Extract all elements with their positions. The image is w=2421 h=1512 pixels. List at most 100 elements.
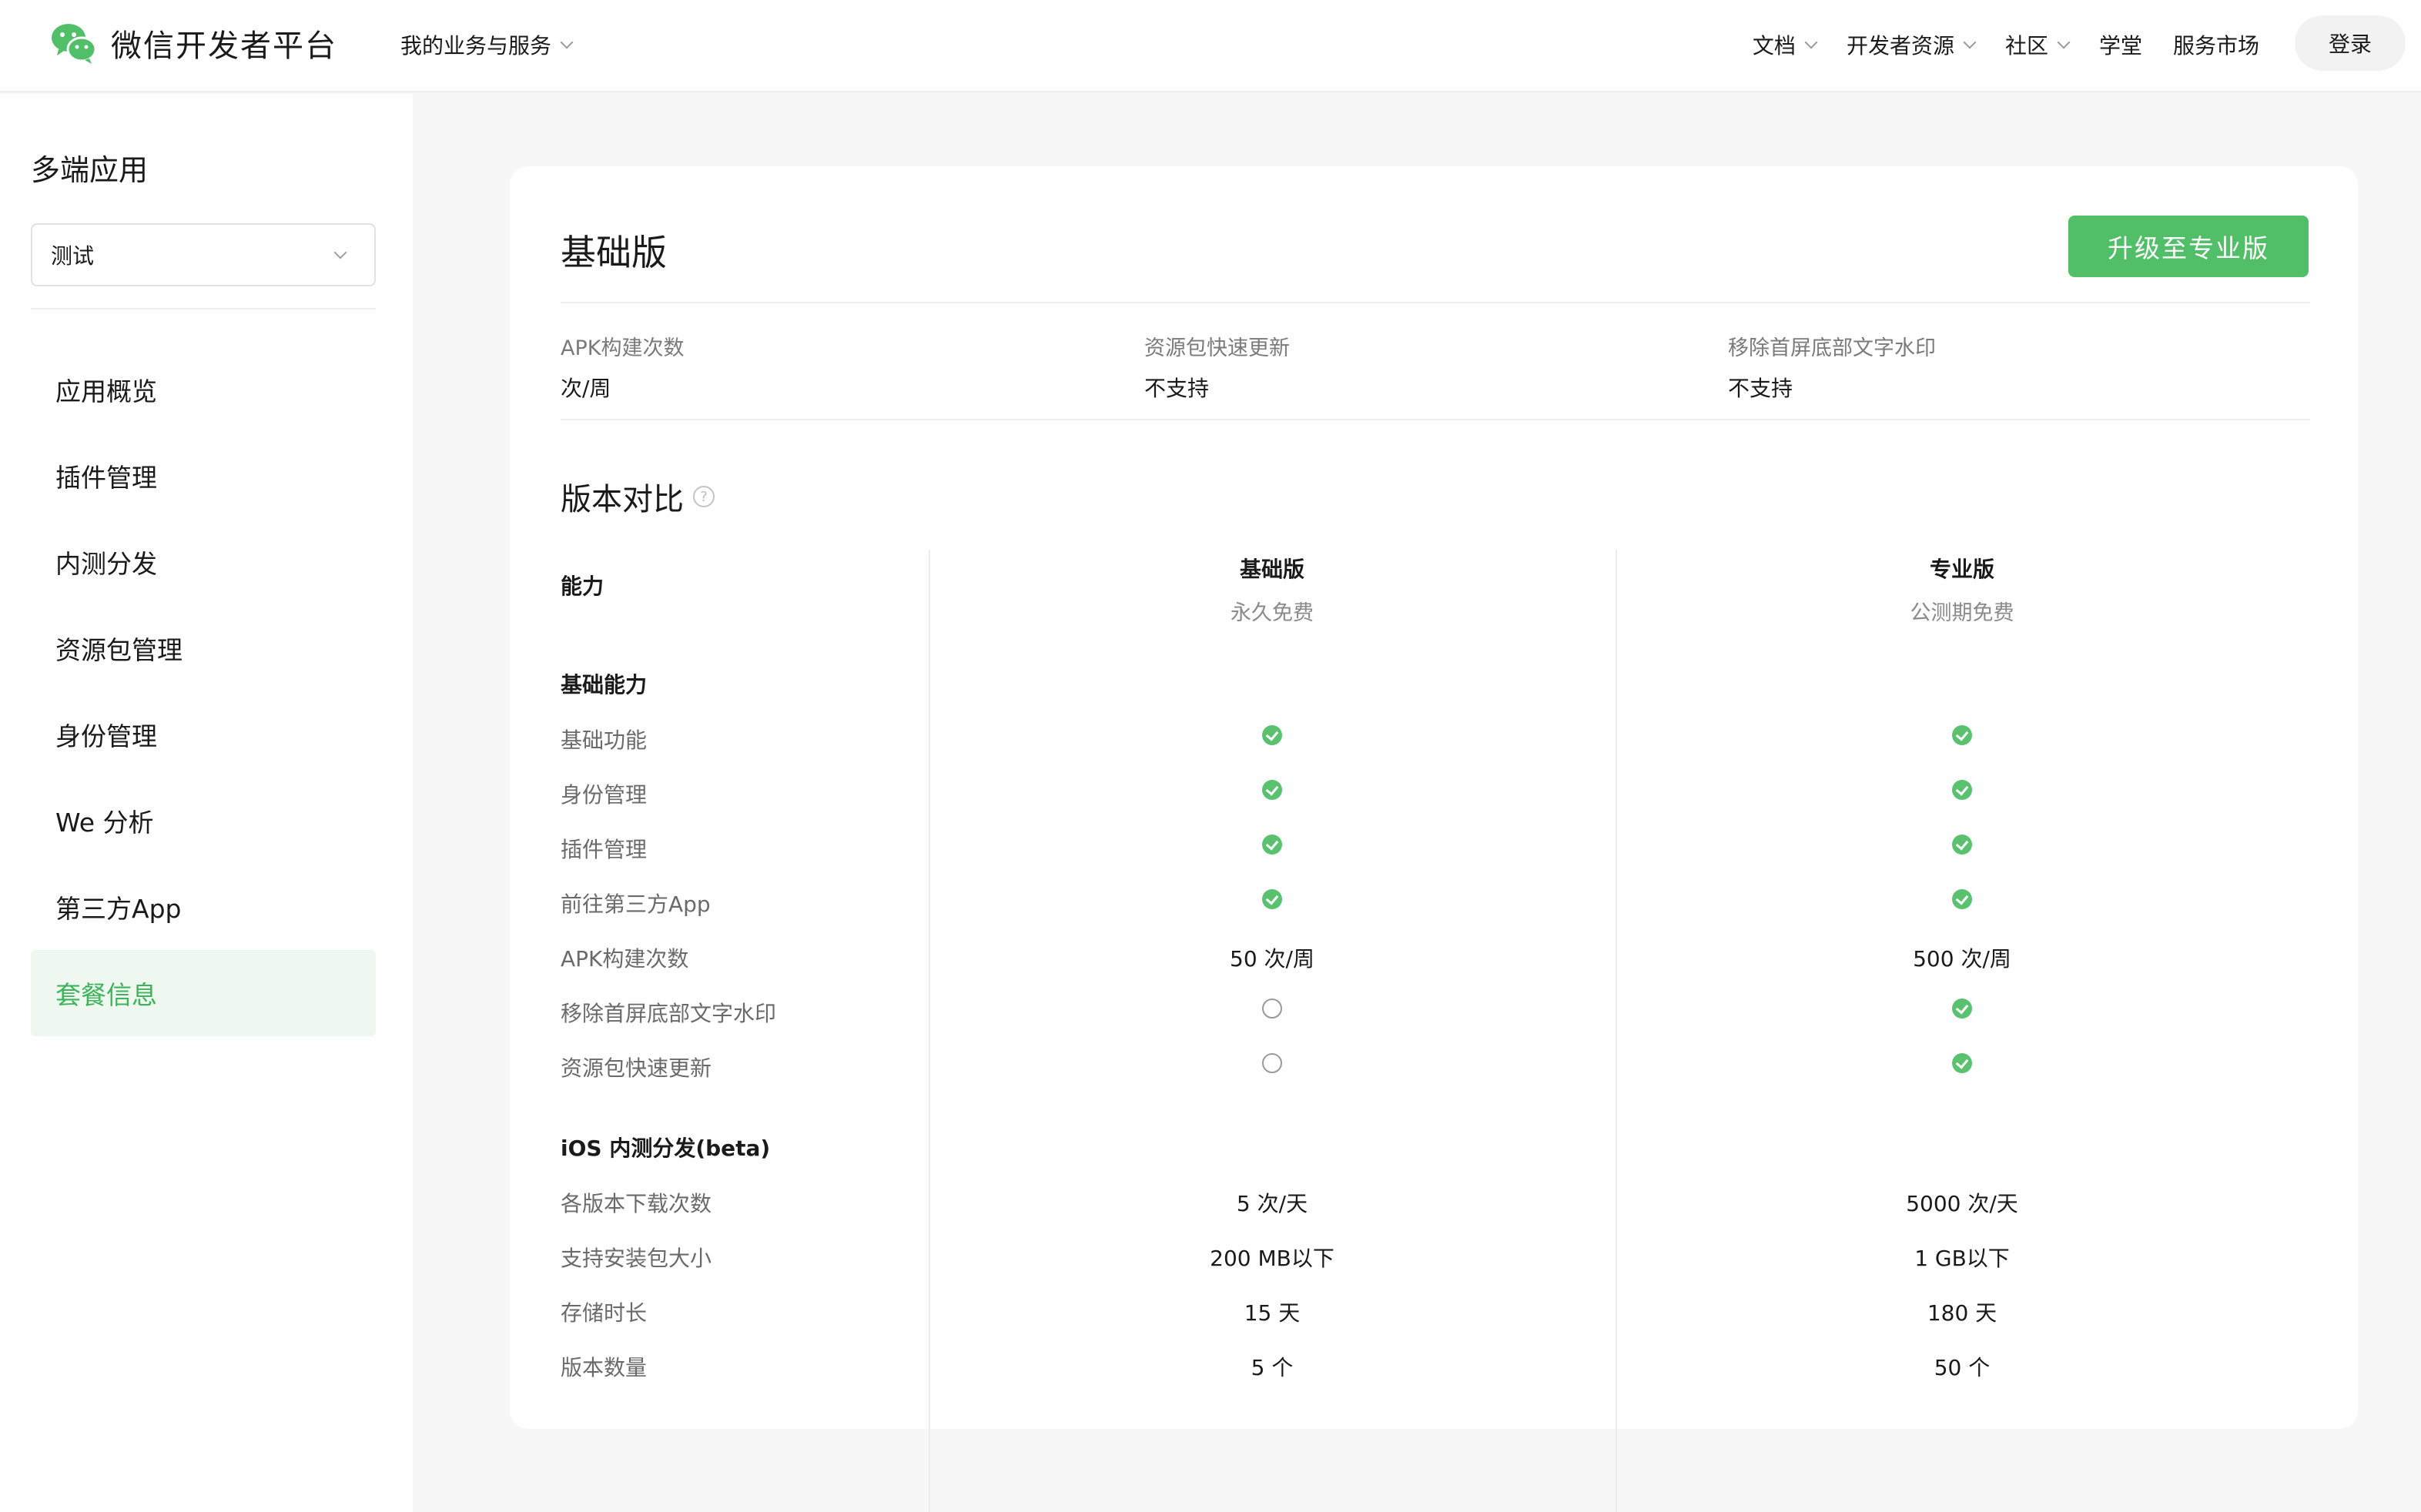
stat-remove-watermark: 移除首屏底部文字水印 不支持 [1728, 331, 1936, 403]
row-label: 插件管理 [561, 837, 648, 862]
stat-value: 不支持 [1144, 376, 1210, 401]
sidebar-item-third-party-app[interactable]: 第三方App [31, 864, 376, 950]
check-circle-icon [1262, 835, 1282, 855]
my-business-menu-label: 我的业务与服务 [400, 33, 552, 59]
question-circle-icon[interactable]: ? [693, 486, 715, 507]
cell-basic [1041, 1053, 1503, 1079]
nav-docs[interactable]: 文档 [1752, 29, 1818, 60]
row-label: 各版本下载次数 [561, 1191, 712, 1216]
row-label: 资源包快速更新 [561, 1055, 712, 1081]
sidebar-item-beta-distribution[interactable]: 内测分发 [31, 519, 376, 605]
cell-basic-value: 50 次/周 [1230, 946, 1314, 972]
row-label: 版本数量 [561, 1355, 648, 1380]
column-header-pro: 专业版 公测期免费 [1731, 553, 2193, 626]
column-divider [929, 550, 930, 1512]
check-circle-icon [1952, 780, 1972, 800]
stat-quick-update: 资源包快速更新 不支持 [1144, 331, 1290, 403]
nav-dev-resources-label: 开发者资源 [1846, 33, 1954, 59]
check-circle-icon [1262, 725, 1282, 745]
divider [561, 419, 2310, 420]
cell-basic-value: 15 天 [1244, 1300, 1301, 1326]
nav-service-market-label: 服务市场 [2172, 33, 2259, 59]
cell-basic [1041, 725, 1503, 751]
sidebar-item-app-overview[interactable]: 应用概览 [31, 346, 376, 433]
cell-pro-value: 5000 次/天 [1906, 1191, 2018, 1216]
chevron-down-icon [560, 35, 574, 49]
plan-card: 基础版 升级至专业版 APK构建次数 次/周 资源包快速更新 不支持 移除首屏底… [510, 166, 2358, 1512]
nav-academy-label: 学堂 [2098, 33, 2142, 59]
check-circle-icon [1952, 835, 1972, 855]
nav-docs-label: 文档 [1752, 33, 1796, 59]
sidebar: 多端应用 测试 应用概览 插件管理 内测分发 资源包管理 身份管理 We 分析 … [0, 94, 413, 1512]
cell-pro [1731, 889, 2193, 915]
comparison-title: 版本对比 ? [561, 474, 715, 519]
row-label: 支持安装包大小 [561, 1246, 712, 1271]
upgrade-button[interactable]: 升级至专业版 [2068, 216, 2309, 277]
column-price: 永久免费 [1231, 601, 1314, 625]
row-label: 存储时长 [561, 1300, 648, 1326]
cell-pro [1731, 835, 2193, 860]
empty-circle-icon [1262, 1053, 1282, 1073]
nav-community[interactable]: 社区 [2004, 29, 2071, 60]
check-circle-icon [1262, 889, 1282, 909]
sidebar-item-plan-info[interactable]: 套餐信息 [31, 950, 376, 1036]
divider [561, 302, 2310, 303]
nav-service-market[interactable]: 服务市场 [2173, 29, 2259, 60]
chevron-down-icon [2057, 35, 2071, 49]
row-label: 身份管理 [561, 782, 648, 808]
stat-value: 次/周 [561, 376, 611, 401]
chevron-down-icon [1963, 35, 1977, 49]
cell-pro [1731, 725, 2193, 751]
login-button[interactable]: 登录 [2295, 15, 2406, 71]
check-circle-icon [1952, 999, 1972, 1019]
cell-pro-value: 180 天 [1927, 1300, 1997, 1326]
nav-community-label: 社区 [2004, 33, 2048, 59]
cell-pro-value: 1 GB以下 [1914, 1246, 2010, 1271]
top-navbar: 微信开发者平台 我的业务与服务 文档 开发者资源 社区 学堂 服务市场 登录 [0, 0, 2421, 92]
brand[interactable]: 微信开发者平台 [49, 20, 337, 66]
stat-apk-builds: APK构建次数 次/周 [561, 331, 684, 403]
sidebar-divider [31, 308, 376, 309]
brand-name: 微信开发者平台 [111, 28, 337, 64]
cell-basic-value: 5 次/天 [1236, 1191, 1308, 1216]
nav-academy[interactable]: 学堂 [2099, 29, 2142, 60]
cell-basic [1041, 999, 1503, 1024]
sidebar-item-plugin-management[interactable]: 插件管理 [31, 433, 376, 519]
check-circle-icon [1952, 725, 1972, 745]
stat-value: 不支持 [1728, 376, 1793, 401]
column-name: 专业版 [1929, 557, 1994, 582]
section-title: 基础能力 [561, 672, 648, 697]
column-name: 基础版 [1239, 557, 1304, 582]
sidebar-item-resource-packages[interactable]: 资源包管理 [31, 605, 376, 691]
cell-basic-value: 5 个 [1251, 1355, 1294, 1380]
empty-circle-icon [1262, 999, 1282, 1019]
stat-label: 资源包快速更新 [1144, 336, 1290, 360]
nav-dev-resources[interactable]: 开发者资源 [1846, 29, 1977, 60]
comparison-title-text: 版本对比 [561, 482, 684, 517]
cell-pro-value: 500 次/周 [1913, 946, 2011, 972]
cell-pro [1731, 1053, 2193, 1079]
chevron-down-icon [1804, 35, 1818, 49]
cell-basic [1041, 780, 1503, 805]
cell-pro-value: 50 个 [1934, 1355, 1991, 1380]
sidebar-item-identity-management[interactable]: 身份管理 [31, 691, 376, 778]
check-circle-icon [1952, 889, 1972, 909]
wechat-logo-icon [52, 24, 97, 64]
app-select[interactable]: 测试 [31, 223, 376, 286]
section-title: iOS 内测分发(beta) [561, 1136, 771, 1161]
sidebar-title: 多端应用 [31, 153, 149, 187]
row-label: 移除首屏底部文字水印 [561, 1001, 777, 1026]
row-label: APK构建次数 [561, 946, 689, 972]
chevron-down-icon [333, 246, 347, 259]
stat-label: APK构建次数 [561, 336, 685, 360]
sidebar-item-we-analytics[interactable]: We 分析 [31, 778, 376, 864]
cell-pro [1731, 999, 2193, 1024]
top-nav: 文档 开发者资源 社区 学堂 服务市场 [1722, 29, 2259, 60]
column-price: 公测期免费 [1910, 601, 2014, 625]
sidebar-menu: 应用概览 插件管理 内测分发 资源包管理 身份管理 We 分析 第三方App 套… [31, 346, 376, 1036]
column-header-basic: 基础版 永久免费 [1041, 553, 1503, 626]
my-business-menu[interactable]: 我的业务与服务 [400, 29, 574, 60]
app-select-value: 测试 [51, 243, 95, 269]
capability-header: 能力 [561, 574, 604, 599]
plan-title: 基础版 [561, 232, 667, 273]
